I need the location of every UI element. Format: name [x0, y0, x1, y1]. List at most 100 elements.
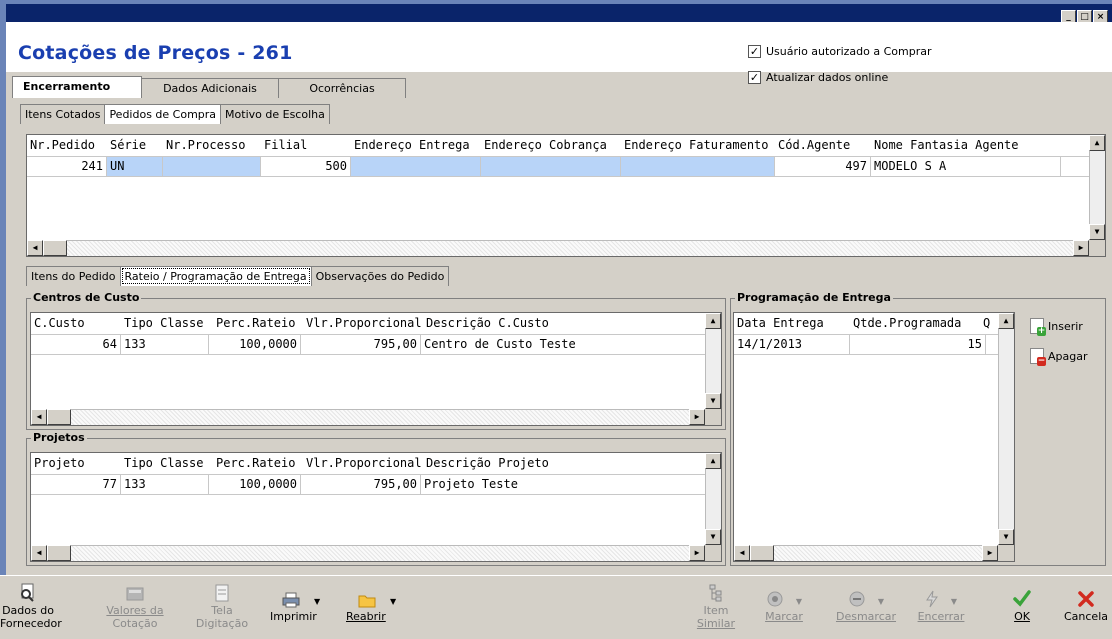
col-header[interactable]: Nr.Pedido: [27, 135, 107, 156]
scroll-up-icon[interactable]: ▲: [998, 313, 1014, 329]
scroll-thumb[interactable]: [750, 545, 774, 561]
cell-data-entrega[interactable]: 14/1/2013: [734, 335, 850, 354]
col-header[interactable]: Nr.Processo: [163, 135, 261, 156]
cell-nr-pedido[interactable]: 241: [27, 157, 107, 176]
col-header[interactable]: Tipo Classe: [121, 453, 213, 474]
insert-button[interactable]: + Inserir: [1030, 318, 1083, 336]
typing-screen-button[interactable]: Tela Digitação: [190, 580, 254, 630]
cell-cod-agente[interactable]: 497: [775, 157, 871, 176]
col-header[interactable]: Filial: [261, 135, 351, 156]
scroll-down-icon[interactable]: ▼: [1089, 224, 1105, 240]
col-header[interactable]: Vlr.Proporcional: [303, 313, 423, 334]
print-dropdown-icon[interactable]: ▼: [314, 595, 320, 608]
unmark-dropdown-icon[interactable]: ▼: [878, 595, 884, 608]
quote-values-button[interactable]: Valores da Cotação: [100, 580, 170, 630]
cell-descricao[interactable]: Projeto Teste: [421, 475, 611, 494]
cost-centers-grid[interactable]: C.Custo Tipo Classe Perc.Rateio Vlr.Prop…: [30, 312, 722, 426]
col-header[interactable]: Endereço Faturamento: [621, 135, 775, 156]
vertical-scrollbar[interactable]: ▲ ▼: [705, 313, 721, 409]
cell-perc-rateio[interactable]: 100,0000: [209, 475, 301, 494]
scroll-left-icon[interactable]: ◀: [31, 409, 47, 425]
horizontal-scrollbar[interactable]: ◀ ▶: [31, 545, 705, 561]
col-header[interactable]: Data Entrega: [734, 313, 850, 334]
tab-dados-adicionais[interactable]: Dados Adicionais: [141, 78, 279, 98]
scroll-right-icon[interactable]: ▶: [1073, 240, 1089, 256]
scroll-right-icon[interactable]: ▶: [689, 545, 705, 561]
orders-grid[interactable]: Nr.Pedido Série Nr.Processo Filial Ender…: [26, 134, 1106, 257]
scroll-down-icon[interactable]: ▼: [705, 393, 721, 409]
scroll-left-icon[interactable]: ◀: [27, 240, 43, 256]
cell-tipo-classe[interactable]: 133: [121, 335, 209, 354]
horizontal-scrollbar[interactable]: ◀ ▶: [734, 545, 998, 561]
col-header[interactable]: Qtde.Programada: [850, 313, 980, 334]
scroll-thumb[interactable]: [47, 545, 71, 561]
col-header[interactable]: Perc.Rateio: [213, 313, 303, 334]
cell-vlr-proporcional[interactable]: 795,00: [301, 475, 421, 494]
cell-nr-processo[interactable]: [163, 157, 261, 176]
scroll-thumb[interactable]: [47, 409, 71, 425]
table-row[interactable]: 77 133 100,0000 795,00 Projeto Teste: [31, 475, 721, 495]
col-header[interactable]: Nome Fantasia Agente: [871, 135, 1061, 156]
cancel-button[interactable]: Cancela: [1060, 586, 1112, 623]
scroll-up-icon[interactable]: ▲: [705, 453, 721, 469]
delivery-grid[interactable]: Data Entrega Qtde.Programada Q 14/1/2013…: [733, 312, 1015, 562]
tab-pedidos-de-compra[interactable]: Pedidos de Compra: [104, 104, 222, 124]
col-header[interactable]: Tipo Classe: [121, 313, 213, 334]
cell-projeto[interactable]: 77: [31, 475, 121, 494]
table-row[interactable]: 14/1/2013 15: [734, 335, 1014, 355]
col-header[interactable]: Vlr.Proporcional: [303, 453, 423, 474]
cell-endereco-entrega[interactable]: [351, 157, 481, 176]
cell-nome-fantasia[interactable]: MODELO S A: [871, 157, 1061, 176]
reopen-dropdown-icon[interactable]: ▼: [390, 595, 396, 608]
table-row[interactable]: 241 UN 500 497 MODELO S A: [27, 157, 1105, 177]
tab-ocorrencias[interactable]: Ocorrências: [278, 78, 406, 98]
reopen-button[interactable]: ▼ Reabrir: [336, 586, 416, 623]
col-header[interactable]: Descrição Projeto: [423, 453, 603, 474]
horizontal-scrollbar[interactable]: ◀ ▶: [31, 409, 705, 425]
horizontal-scrollbar[interactable]: ◀ ▶: [27, 240, 1089, 256]
unmark-button[interactable]: ▼ Desmarcar: [826, 586, 906, 623]
cell-filial[interactable]: 500: [261, 157, 351, 176]
scroll-down-icon[interactable]: ▼: [998, 529, 1014, 545]
vertical-scrollbar[interactable]: ▲ ▼: [705, 453, 721, 545]
similar-item-button[interactable]: Item Similar: [696, 580, 736, 630]
scroll-up-icon[interactable]: ▲: [705, 313, 721, 329]
cell-endereco-faturamento[interactable]: [621, 157, 775, 176]
col-header[interactable]: Projeto: [31, 453, 121, 474]
col-header[interactable]: Endereço Entrega: [351, 135, 481, 156]
title-bar[interactable]: _ □ ×: [6, 4, 1112, 24]
tab-itens-cotados[interactable]: Itens Cotados: [20, 104, 106, 124]
scroll-thumb[interactable]: [43, 240, 67, 256]
delete-button[interactable]: − Apagar: [1030, 348, 1088, 366]
cell-vlr-proporcional[interactable]: 795,00: [301, 335, 421, 354]
tab-rateio-programacao[interactable]: Rateio / Programação de Entrega: [119, 266, 312, 286]
close-quote-button[interactable]: ▼ Encerrar: [906, 586, 976, 623]
col-header[interactable]: Descrição C.Custo: [423, 313, 603, 334]
cell-qtde-programada[interactable]: 15: [850, 335, 986, 354]
online-checkbox[interactable]: ✓ Atualizar dados online: [748, 71, 888, 84]
mark-dropdown-icon[interactable]: ▼: [796, 595, 802, 608]
vertical-scrollbar[interactable]: ▲ ▼: [998, 313, 1014, 545]
scroll-left-icon[interactable]: ◀: [31, 545, 47, 561]
col-header[interactable]: C.Custo: [31, 313, 121, 334]
scroll-down-icon[interactable]: ▼: [705, 529, 721, 545]
tab-encerramento[interactable]: Encerramento: [12, 76, 142, 98]
vertical-scrollbar[interactable]: ▲ ▼: [1089, 135, 1105, 240]
tab-itens-do-pedido[interactable]: Itens do Pedido: [26, 266, 121, 286]
cell-endereco-cobranca[interactable]: [481, 157, 621, 176]
col-header[interactable]: Perc.Rateio: [213, 453, 303, 474]
col-header[interactable]: Série: [107, 135, 163, 156]
cell-tipo-classe[interactable]: 133: [121, 475, 209, 494]
col-header[interactable]: Q: [980, 313, 996, 334]
cell-c-custo[interactable]: 64: [31, 335, 121, 354]
supplier-data-button[interactable]: Dados do Fornecedor: [0, 580, 62, 630]
col-header[interactable]: Cód.Agente: [775, 135, 871, 156]
authorized-checkbox[interactable]: ✓ Usuário autorizado a Comprar: [748, 45, 932, 58]
col-header[interactable]: Endereço Cobrança: [481, 135, 621, 156]
close-quote-dropdown-icon[interactable]: ▼: [951, 595, 957, 608]
scroll-left-icon[interactable]: ◀: [734, 545, 750, 561]
tab-observacoes-do-pedido[interactable]: Observações do Pedido: [310, 266, 450, 286]
cell-serie[interactable]: UN: [107, 157, 163, 176]
cell-descricao[interactable]: Centro de Custo Teste: [421, 335, 611, 354]
projects-grid[interactable]: Projeto Tipo Classe Perc.Rateio Vlr.Prop…: [30, 452, 722, 562]
